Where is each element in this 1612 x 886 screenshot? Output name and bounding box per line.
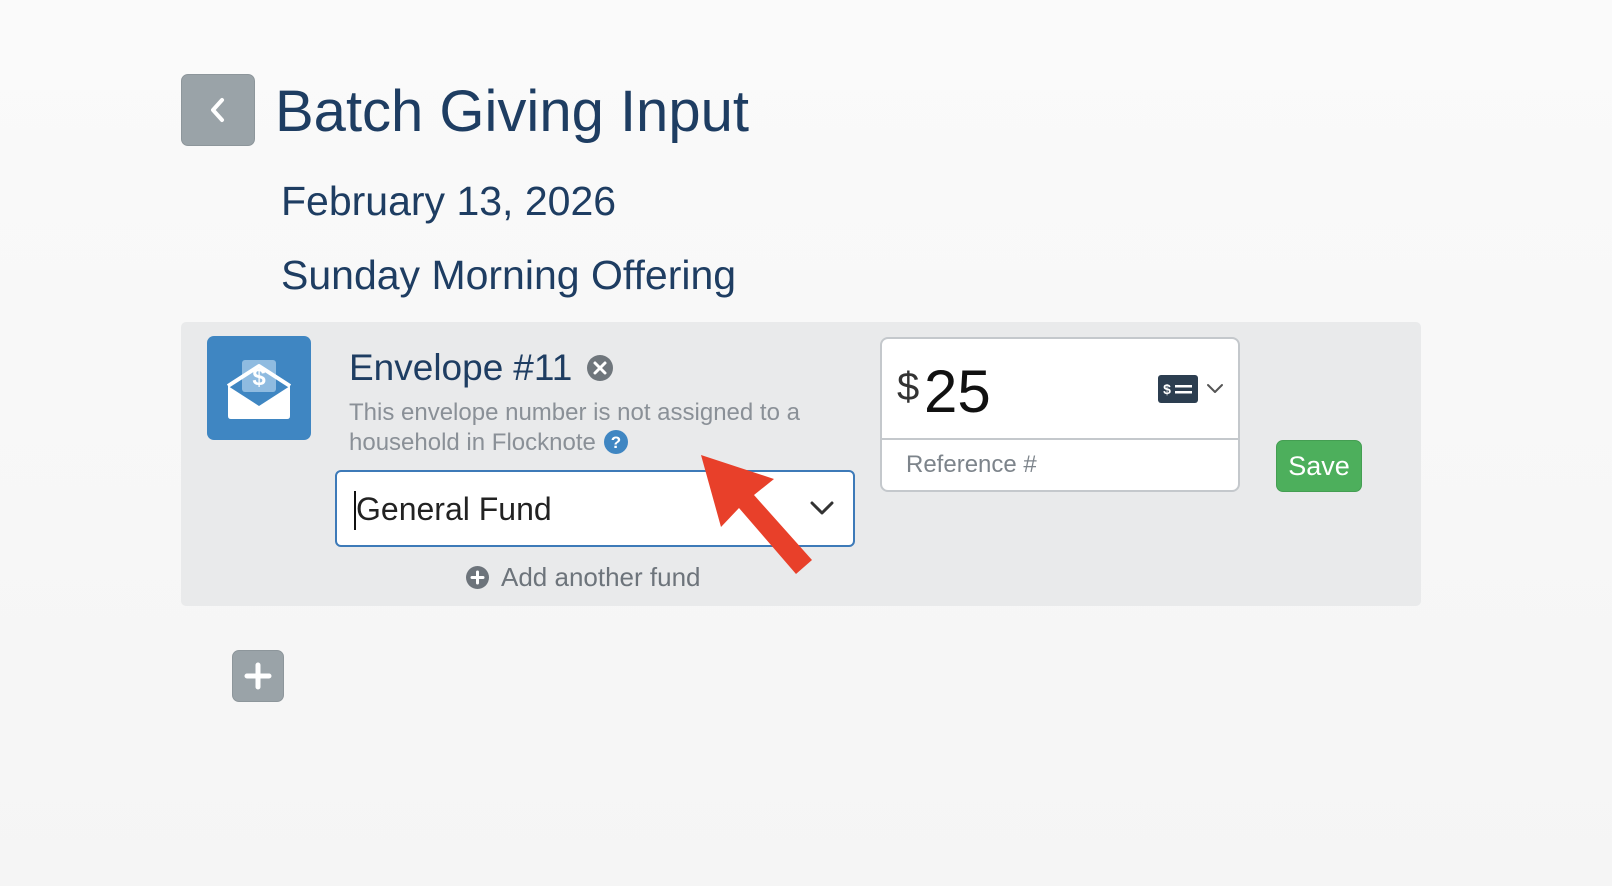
svg-text:$: $ (1163, 381, 1171, 397)
amount-value[interactable]: 25 (924, 358, 991, 426)
amount-field[interactable]: $ 25 $ (882, 339, 1238, 440)
envelope-warning: This envelope number is not assigned to … (349, 398, 829, 458)
envelope-number: #11 (513, 347, 573, 388)
help-icon[interactable]: ? (603, 430, 628, 454)
chevron-left-icon (211, 98, 224, 122)
add-another-fund-link[interactable]: Add another fund (466, 561, 701, 593)
add-another-fund-label: Add another fund (501, 562, 701, 592)
envelope-dollar-icon: $ (226, 360, 292, 419)
plus-circle-icon (466, 565, 489, 589)
amount-panel: $ 25 $ (880, 337, 1240, 492)
envelope-tile: $ (207, 336, 311, 440)
fund-select-value: General Fund (356, 491, 552, 527)
envelope-label: Envelope (349, 347, 504, 388)
back-button[interactable] (181, 74, 255, 146)
clear-envelope-icon[interactable] (586, 354, 614, 382)
page-title: Batch Giving Input (275, 79, 749, 144)
payment-method-dropdown[interactable]: $ (1158, 375, 1224, 403)
add-entry-button[interactable] (232, 650, 284, 702)
chevron-down-icon (810, 501, 834, 515)
batch-name: Sunday Morning Offering (281, 252, 737, 298)
save-button[interactable]: Save (1276, 440, 1362, 492)
fund-select[interactable]: General Fund (335, 470, 855, 547)
envelope-heading: Envelope #11 (349, 345, 614, 391)
svg-text:?: ? (611, 433, 621, 452)
plus-icon (244, 662, 272, 690)
chevron-down-icon (1207, 384, 1223, 393)
reference-input[interactable] (882, 440, 1238, 490)
batch-date: February 13, 2026 (281, 178, 617, 224)
envelope-warning-text: This envelope number is not assigned to … (349, 399, 800, 456)
currency-symbol: $ (897, 365, 920, 409)
check-payment-icon: $ (1158, 375, 1198, 403)
